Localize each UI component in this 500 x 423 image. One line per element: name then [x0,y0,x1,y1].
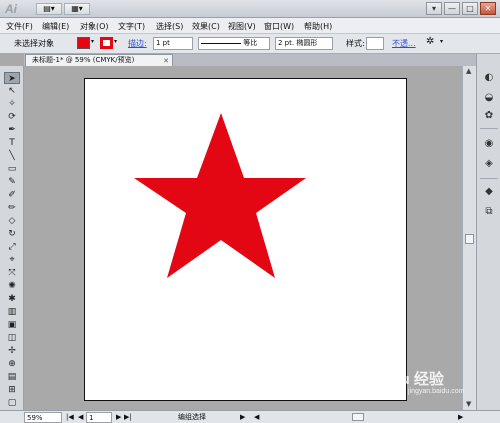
screen-mode-icon[interactable]: ▢ [4,397,20,409]
vertical-scrollbar[interactable]: ▲ ▼ [462,66,476,410]
direct-selection-tool-icon[interactable]: ↖ [4,85,20,97]
watermark-text: Baidu 经验 [368,371,444,388]
stroke-swatch[interactable] [100,37,113,49]
stroke-panel-link[interactable]: 描边: [128,38,147,49]
fill-dropdown-icon[interactable]: ▾ [91,38,94,45]
minimize-button[interactable]: — [444,2,460,15]
menu-window[interactable]: 窗口(W) [264,21,294,32]
watermark-url: jingyan.baidu.com [408,388,465,395]
document-tab-label: 未标题-1* @ 59% (CMYK/预览) [32,56,135,64]
document-tab-bar: 未标题-1* @ 59% (CMYK/预览) ✕ [24,54,476,66]
title-bar: Ai ▤▾ ▦▾ ▾ — □ ✕ [0,0,500,18]
free-transform-tool-icon[interactable]: ⤧ [4,267,20,279]
opacity-link[interactable]: 不透... [392,38,416,49]
gradient-panel-icon[interactable]: ◒ [482,92,496,104]
tools-panel: ➤ ↖ ✧ ⟳ ✒ T ╲ ▭ ✎ ✐ ✏ ◇ ↻ ⤢ ⌖ ⤧ ✺ ✱ ▥ ▣ … [0,66,24,410]
stroke-dropdown-icon[interactable]: ▾ [114,38,117,45]
style-label: 样式: [346,39,365,48]
menu-view[interactable]: 视图(V) [228,21,256,32]
pencil-tool-icon[interactable]: ✐ [4,189,20,201]
panel-dock: ◐ ◒ ✿ ◉ ◈ ◆ ⧉ [476,54,500,410]
eyedropper-tool-icon[interactable]: ✢ [4,345,20,357]
artboard-prev-icon[interactable]: ◀ [78,412,83,423]
control-bar: 未选择对象 ▾ ▾ 描边: 1 pt 等比 2 pt. 椭圆形 样式: 不透..… [0,34,500,54]
menu-bar: 文件(F) 编辑(E) 对象(O) 文字(T) 选择(S) 效果(C) 视图(V… [0,18,500,34]
pen-tool-icon[interactable]: ✒ [4,124,20,136]
menu-select[interactable]: 选择(S) [156,21,183,32]
layers-panel-icon[interactable]: ◆ [482,186,496,198]
appearance-panel-icon[interactable]: ✿ [482,110,496,122]
status-bar: 59% |◀ ◀ 1 ▶ ▶| 编组选择 ▶ ◀ ▶ [0,410,500,423]
artboard-last-icon[interactable]: ▶| [124,412,132,423]
artboard-number-select[interactable]: 1 [86,412,112,423]
maximize-button[interactable]: □ [462,2,478,15]
scale-tool-icon[interactable]: ⤢ [4,241,20,253]
recolor-artwork-icon[interactable]: ✲ [426,36,434,47]
graphic-style-select[interactable] [366,37,384,50]
zoom-level-select[interactable]: 59% [24,412,62,423]
app-logo: Ai [5,2,17,16]
gradient-tool-icon[interactable]: ◫ [4,332,20,344]
column-graph-tool-icon[interactable]: ▥ [4,306,20,318]
mesh-tool-icon[interactable]: ▣ [4,319,20,331]
blend-tool-icon[interactable]: ⊕ [4,358,20,370]
shape-builder-tool-icon[interactable]: ✱ [4,293,20,305]
horizontal-scroll-thumb[interactable] [352,413,364,421]
color-panel-icon[interactable]: ◐ [482,72,496,84]
lasso-tool-icon[interactable]: ⟳ [4,111,20,123]
profile-line [201,42,241,44]
document-tab[interactable]: 未标题-1* @ 59% (CMYK/预览) ✕ [25,54,173,66]
artboard-first-icon[interactable]: |◀ [66,412,74,423]
artboard-tool-icon[interactable]: ▤ [4,371,20,383]
vertical-scroll-thumb[interactable] [465,234,474,244]
scroll-up-icon[interactable]: ▲ [466,67,471,75]
stroke-panel-icon[interactable]: ◉ [482,138,496,150]
fill-swatch[interactable] [77,37,90,49]
warp-tool-icon[interactable]: ⌖ [4,254,20,266]
menu-file[interactable]: 文件(F) [6,21,33,32]
recolor-dropdown-icon[interactable]: ▾ [440,38,443,45]
baidu-watermark: Baidu 经验 jingyan.baidu.com [368,368,478,408]
status-menu-icon[interactable]: ▶ [240,412,245,423]
menu-effect[interactable]: 效果(C) [192,21,220,32]
magic-wand-tool-icon[interactable]: ✧ [4,98,20,110]
hscroll-left-icon[interactable]: ◀ [254,412,259,423]
eraser-tool-icon[interactable]: ◇ [4,215,20,227]
rotate-tool-icon[interactable]: ↻ [4,228,20,240]
artboard-next-icon[interactable]: ▶ [116,412,121,423]
close-button[interactable]: ✕ [480,2,496,15]
stroke-weight-select[interactable]: 1 pt [153,37,193,50]
artboards-panel-icon[interactable]: ⧉ [482,206,496,218]
bridge-button[interactable]: ▤▾ [36,3,62,15]
artwork-canvas [134,113,306,278]
symbol-sprayer-tool-icon[interactable]: ✺ [4,280,20,292]
slice-tool-icon[interactable]: ⊞ [4,384,20,396]
variable-width-profile-select[interactable]: 等比 [198,37,270,50]
brush-definition-select[interactable]: 2 pt. 椭圆形 [275,37,333,50]
artboard[interactable] [84,78,407,401]
menu-edit[interactable]: 编辑(E) [42,21,69,32]
panel-separator [480,178,498,179]
menu-type[interactable]: 文字(T) [118,21,145,32]
hscroll-right-icon[interactable]: ▶ [458,412,463,423]
selection-status: 未选择对象 [14,39,54,48]
line-tool-icon[interactable]: ╲ [4,150,20,162]
selection-tool-icon[interactable]: ➤ [4,72,20,84]
paintbrush-tool-icon[interactable]: ✎ [4,176,20,188]
menu-help[interactable]: 帮助(H) [304,21,332,32]
blob-brush-tool-icon[interactable]: ✏ [4,202,20,214]
transparency-panel-icon[interactable]: ◈ [482,158,496,170]
red-star-shape[interactable] [134,113,306,278]
menu-object[interactable]: 对象(O) [80,21,109,32]
rectangle-tool-icon[interactable]: ▭ [4,163,20,175]
workspace-dropdown-icon[interactable]: ▾ [426,2,442,15]
current-tool-status: 编组选择 [178,413,206,421]
profile-label: 等比 [243,39,258,47]
type-tool-icon[interactable]: T [4,137,20,149]
arrange-documents-button[interactable]: ▦▾ [64,3,90,15]
panel-separator [480,128,498,129]
